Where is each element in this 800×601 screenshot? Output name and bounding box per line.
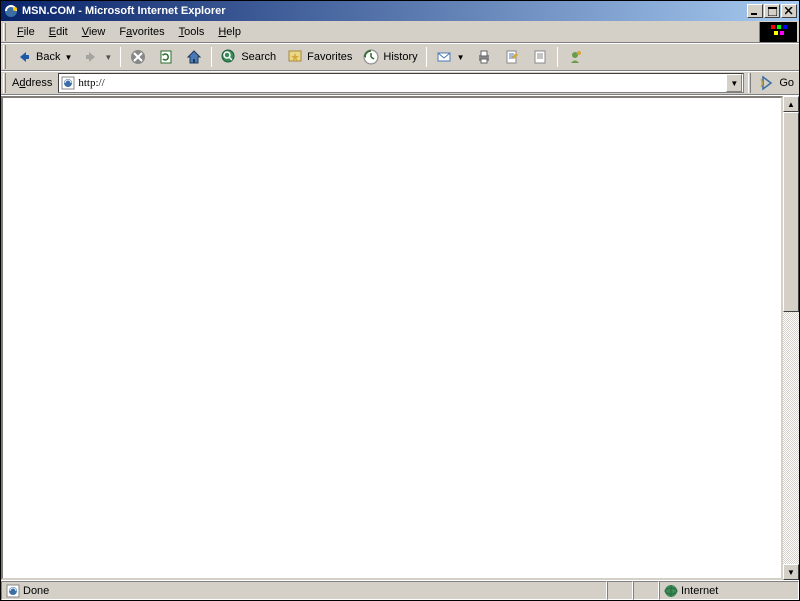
address-input[interactable] xyxy=(76,77,726,89)
ie-page-icon xyxy=(60,75,76,91)
go-label: Go xyxy=(779,77,794,89)
address-dropdown-button[interactable]: ▼ xyxy=(726,74,742,92)
messenger-button[interactable] xyxy=(561,45,589,69)
back-dropdown-icon[interactable]: ▼ xyxy=(64,53,72,62)
toolbar: Back ▼ ▼ Search Favorites History xyxy=(1,43,799,71)
menu-favorites[interactable]: Favorites xyxy=(112,24,171,40)
refresh-icon xyxy=(157,48,175,66)
home-icon xyxy=(185,48,203,66)
content-area: ▲ ▼ xyxy=(1,95,799,580)
status-text: Done xyxy=(23,585,49,597)
edit-icon xyxy=(503,48,521,66)
scroll-up-button[interactable]: ▲ xyxy=(783,96,799,112)
internet-zone-icon xyxy=(664,584,678,598)
security-zone-label: Internet xyxy=(681,585,718,597)
menubar-grip[interactable] xyxy=(3,23,6,41)
mail-button[interactable]: ▼ xyxy=(430,45,470,69)
mail-icon xyxy=(435,48,453,66)
print-icon xyxy=(475,48,493,66)
forward-dropdown-icon[interactable]: ▼ xyxy=(104,53,112,62)
separator xyxy=(557,47,558,67)
favorites-label: Favorites xyxy=(307,51,352,63)
page-content[interactable] xyxy=(1,96,783,580)
menu-tools[interactable]: Tools xyxy=(172,24,212,40)
forward-button[interactable]: ▼ xyxy=(77,45,117,69)
status-pane-3 xyxy=(633,581,659,600)
search-label: Search xyxy=(241,51,276,63)
menu-file[interactable]: File xyxy=(10,24,42,40)
history-icon xyxy=(362,48,380,66)
scroll-down-button[interactable]: ▼ xyxy=(783,564,799,580)
messenger-icon xyxy=(566,48,584,66)
print-button[interactable] xyxy=(470,45,498,69)
minimize-button[interactable] xyxy=(747,4,763,18)
scroll-track[interactable] xyxy=(783,112,799,564)
browser-window: MSN.COM - Microsoft Internet Explorer Fi… xyxy=(1,1,799,600)
ie-icon xyxy=(3,3,19,19)
mail-dropdown-icon[interactable]: ▼ xyxy=(457,53,465,62)
throbber-icon xyxy=(759,22,797,42)
address-bar: Address ▼ Go xyxy=(1,71,799,95)
separator xyxy=(426,47,427,67)
stop-icon xyxy=(129,48,147,66)
toolbar-grip[interactable] xyxy=(3,45,6,69)
addressbar-grip[interactable] xyxy=(3,73,6,93)
status-bar: Done Internet xyxy=(1,580,799,600)
favorites-button[interactable]: Favorites xyxy=(281,45,357,69)
security-zone-pane: Internet xyxy=(659,581,799,600)
search-button[interactable]: Search xyxy=(215,45,281,69)
discuss-button[interactable] xyxy=(526,45,554,69)
menu-view[interactable]: View xyxy=(75,24,113,40)
home-button[interactable] xyxy=(180,45,208,69)
window-title: MSN.COM - Microsoft Internet Explorer xyxy=(22,5,747,17)
ie-status-icon xyxy=(6,584,20,598)
go-button[interactable]: Go xyxy=(755,73,797,93)
separator xyxy=(211,47,212,67)
address-label: Address xyxy=(10,77,54,89)
edit-button[interactable] xyxy=(498,45,526,69)
close-button[interactable] xyxy=(781,4,797,18)
status-pane-2 xyxy=(607,581,633,600)
stop-button[interactable] xyxy=(124,45,152,69)
maximize-button[interactable] xyxy=(764,4,780,18)
back-arrow-icon xyxy=(15,48,33,66)
menu-edit[interactable]: Edit xyxy=(42,24,75,40)
history-button[interactable]: History xyxy=(357,45,422,69)
go-grip[interactable] xyxy=(748,73,751,93)
forward-arrow-icon xyxy=(82,48,100,66)
status-text-pane: Done xyxy=(1,581,607,600)
discuss-icon xyxy=(531,48,549,66)
search-icon xyxy=(220,48,238,66)
address-input-wrapper[interactable]: ▼ xyxy=(58,73,744,93)
back-label: Back xyxy=(36,51,60,63)
scroll-thumb[interactable] xyxy=(783,112,799,312)
go-icon xyxy=(758,74,776,92)
back-button[interactable]: Back ▼ xyxy=(10,45,77,69)
favorites-icon xyxy=(286,48,304,66)
separator xyxy=(120,47,121,67)
refresh-button[interactable] xyxy=(152,45,180,69)
menu-help[interactable]: Help xyxy=(211,24,248,40)
vertical-scrollbar[interactable]: ▲ ▼ xyxy=(783,96,799,580)
window-buttons xyxy=(747,4,797,18)
title-bar[interactable]: MSN.COM - Microsoft Internet Explorer xyxy=(1,1,799,21)
menu-bar: File Edit View Favorites Tools Help xyxy=(1,21,799,43)
history-label: History xyxy=(383,51,417,63)
